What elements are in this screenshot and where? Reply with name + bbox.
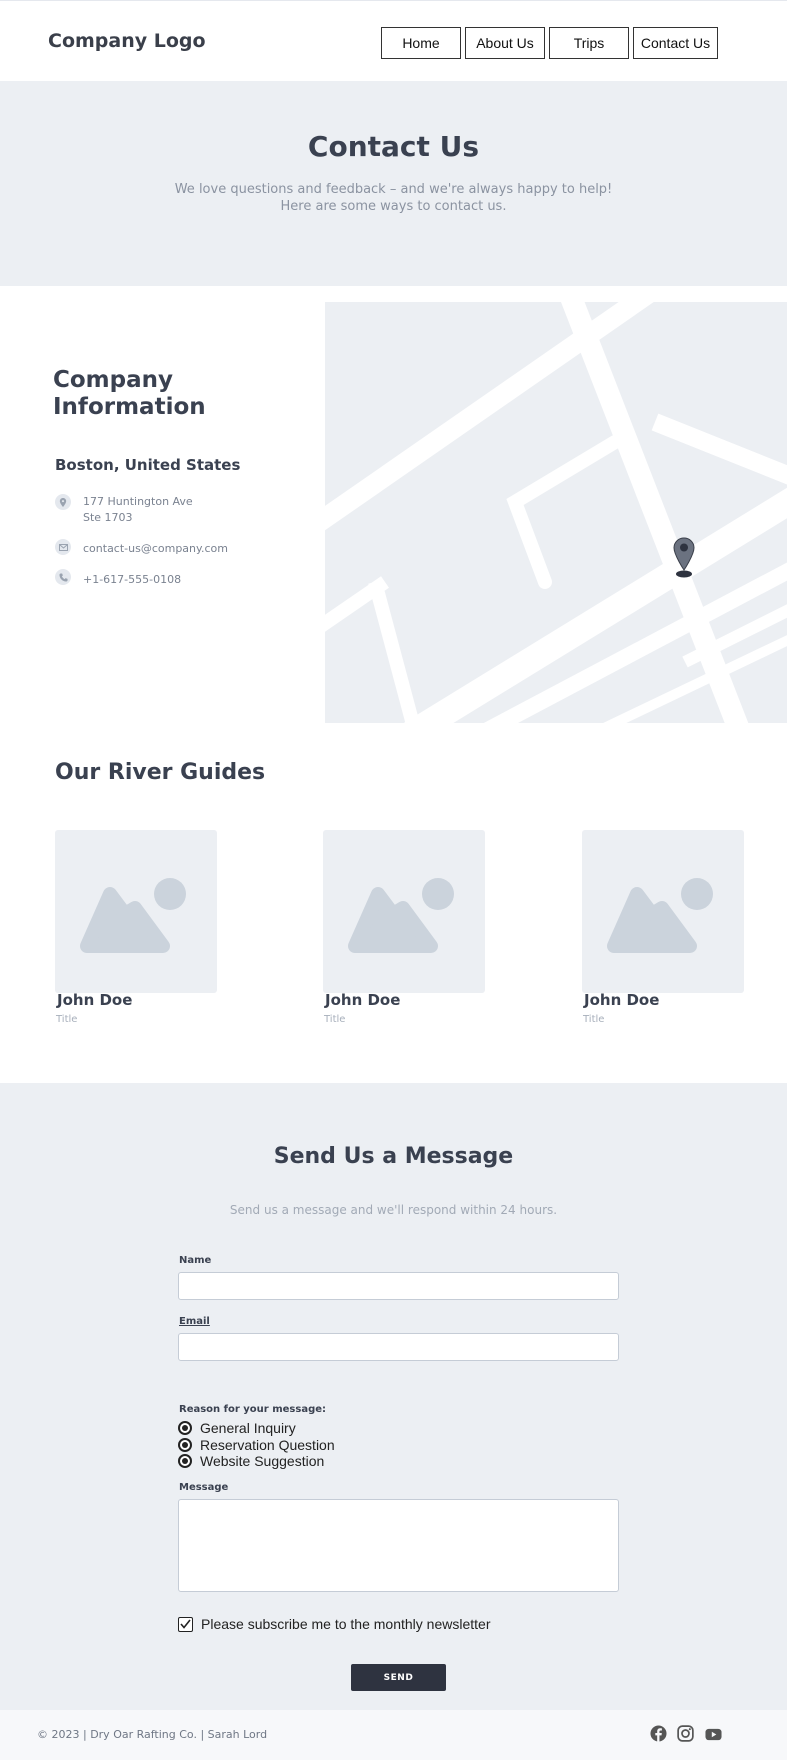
hero-section: Contact Us We love questions and feedbac… xyxy=(0,81,787,286)
site-header: Company Logo Home About Us Trips Contact… xyxy=(0,0,787,81)
nav-trips-button[interactable]: Trips xyxy=(549,27,629,59)
nav-contact-button[interactable]: Contact Us xyxy=(633,27,718,59)
hero-text-line2: Here are some ways to contact us. xyxy=(280,199,507,214)
guide-photo-placeholder xyxy=(323,830,485,993)
email-label: Email xyxy=(179,1316,210,1327)
guide-card: John Doe Title xyxy=(323,830,485,1025)
newsletter-option[interactable]: Please subscribe me to the monthly newsl… xyxy=(178,1616,490,1632)
radio-button[interactable] xyxy=(178,1421,192,1435)
guide-title: Title xyxy=(56,1014,78,1025)
company-city: Boston, United States xyxy=(55,456,241,474)
newsletter-checkbox[interactable] xyxy=(178,1616,193,1632)
mail-icon xyxy=(55,539,71,555)
footer-copyright: © 2023 | Dry Oar Rafting Co. | Sarah Lor… xyxy=(37,1728,268,1741)
main-nav: Home About Us Trips Contact Us xyxy=(381,27,722,59)
image-placeholder-icon xyxy=(348,878,454,953)
send-button[interactable]: SEND xyxy=(351,1664,446,1691)
guide-name: John Doe xyxy=(57,991,133,1009)
newsletter-label: Please subscribe me to the monthly newsl… xyxy=(201,1616,491,1632)
image-placeholder-icon xyxy=(80,878,186,953)
guide-photo-placeholder xyxy=(582,830,744,993)
check-icon xyxy=(180,1619,191,1629)
reason-option-general[interactable]: General Inquiry xyxy=(178,1420,296,1436)
message-label: Message xyxy=(179,1482,229,1493)
guide-title: Title xyxy=(324,1014,346,1025)
guide-card: John Doe Title xyxy=(55,830,217,1025)
hero-text-line1: We love questions and feedback – and we'… xyxy=(174,182,613,197)
reason-option-website[interactable]: Website Suggestion xyxy=(178,1453,324,1469)
youtube-icon[interactable] xyxy=(705,1727,723,1745)
form-heading: Send Us a Message xyxy=(273,1144,514,1169)
guide-title: Title xyxy=(583,1014,605,1025)
nav-about-button[interactable]: About Us xyxy=(465,27,545,59)
radio-button[interactable] xyxy=(178,1454,192,1468)
message-textarea[interactable] xyxy=(178,1499,619,1592)
page-title: Contact Us xyxy=(307,130,480,163)
image-placeholder-icon xyxy=(607,878,713,953)
company-address: 177 Huntington Ave Ste 1703 xyxy=(83,495,193,524)
name-label: Name xyxy=(179,1255,212,1266)
guide-name: John Doe xyxy=(325,991,401,1009)
reason-option-reservation[interactable]: Reservation Question xyxy=(178,1437,335,1453)
company-email-link[interactable]: contact-us@company.com xyxy=(83,541,228,557)
guides-heading: Our River Guides xyxy=(55,760,266,785)
form-subtitle: Send us a message and we'll respond with… xyxy=(229,1203,558,1217)
location-pin-icon xyxy=(55,494,71,510)
instagram-icon[interactable] xyxy=(677,1725,695,1743)
name-field[interactable] xyxy=(178,1272,619,1300)
company-logo[interactable]: Company Logo xyxy=(48,30,206,52)
company-phone-link[interactable]: +1-617-555-0108 xyxy=(83,572,181,588)
site-footer: © 2023 | Dry Oar Rafting Co. | Sarah Lor… xyxy=(0,1710,787,1760)
nav-home-button[interactable]: Home xyxy=(381,27,461,59)
map-marker-icon[interactable] xyxy=(672,536,696,582)
reason-label: Reason for your message: xyxy=(179,1404,327,1415)
facebook-icon[interactable] xyxy=(650,1725,668,1743)
email-field[interactable] xyxy=(178,1333,619,1361)
guide-photo-placeholder xyxy=(55,830,217,993)
contact-form-section: Send Us a Message Send us a message and … xyxy=(0,1083,787,1710)
location-map[interactable] xyxy=(325,302,787,723)
phone-icon xyxy=(55,569,71,585)
guide-card: John Doe Title xyxy=(582,830,744,1025)
company-info-heading: Company Information xyxy=(53,367,206,420)
radio-button[interactable] xyxy=(178,1438,192,1452)
guide-name: John Doe xyxy=(584,991,660,1009)
